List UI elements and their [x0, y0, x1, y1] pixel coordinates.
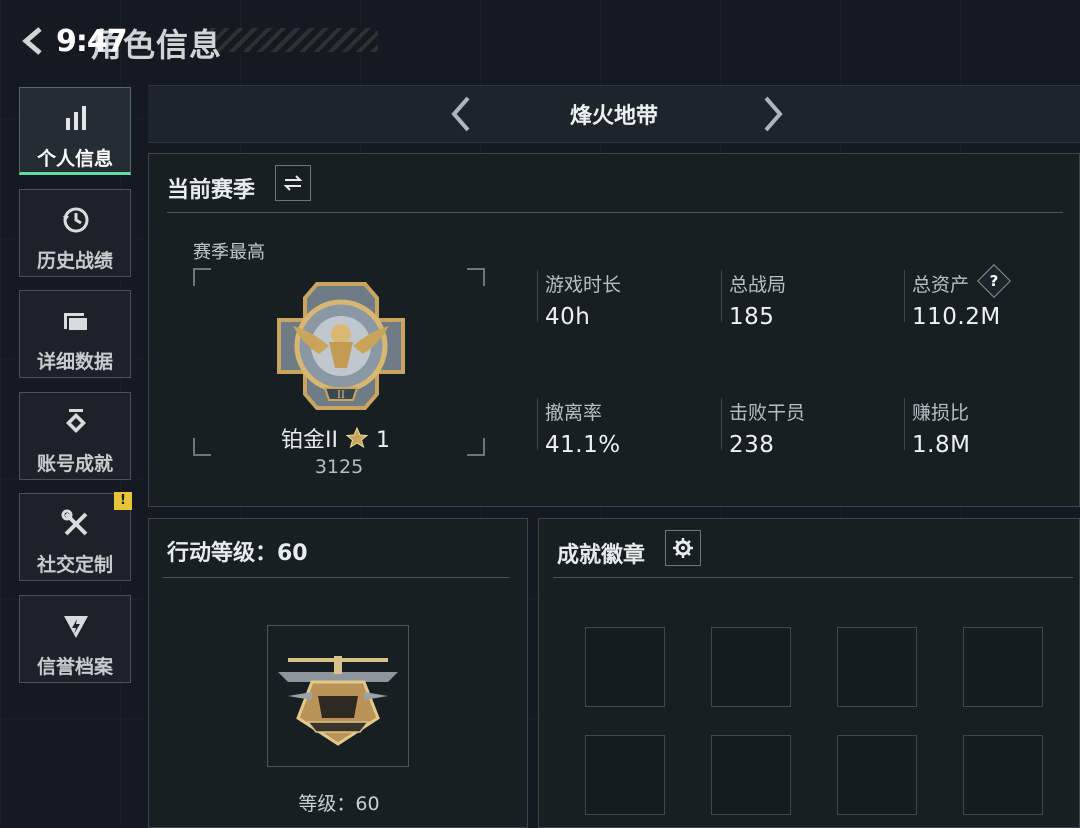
sidebar-item-label: 详细数据	[36, 351, 113, 373]
level-emblem-frame	[267, 625, 409, 767]
action-level-title: 行动等级：60	[167, 541, 308, 566]
badge-slot[interactable]	[585, 735, 665, 815]
folder-icon	[60, 305, 92, 337]
level-caption: 等级：60	[298, 793, 380, 815]
stat-divider	[904, 398, 905, 450]
stat-label-operators-defeated: 击败干员	[729, 402, 806, 424]
sidebar-item-label: 历史战绩	[36, 250, 113, 272]
rank-emblem: II	[273, 280, 409, 416]
sidebar-item-label: 社交定制	[36, 554, 113, 576]
sidebar-item-achievements[interactable]: 账号成就	[19, 392, 131, 480]
sidebar-item-detailed-data[interactable]: 详细数据	[19, 290, 131, 378]
sidebar-item-label: 个人信息	[36, 148, 113, 170]
action-level-panel: 行动等级：60 等级：60	[148, 518, 528, 828]
stat-value-total-matches: 185	[729, 304, 775, 330]
season-panel: 当前赛季 赛季最高 II 铂金II 1 3125 游戏时长 40h 总战局 18…	[148, 153, 1080, 507]
rank-score: 3125	[314, 456, 364, 478]
season-divider	[167, 212, 1063, 213]
achievement-icon	[60, 407, 92, 439]
chevron-right-icon[interactable]	[758, 94, 788, 134]
frame-corner	[193, 268, 211, 286]
stat-label-total-assets: 总资产	[912, 274, 970, 296]
swap-icon	[283, 175, 303, 191]
rank-stars: 1	[375, 428, 390, 453]
star-icon	[345, 426, 369, 456]
action-level-divider	[163, 577, 509, 578]
mode-label: 烽火地带	[569, 104, 658, 129]
helicopter-emblem-icon	[278, 656, 398, 746]
badge-slot[interactable]	[963, 627, 1043, 707]
stat-value-playtime: 40h	[545, 304, 591, 330]
badges-title: 成就徽章	[557, 543, 646, 568]
achievement-badges-panel: 成就徽章	[538, 518, 1080, 828]
tools-icon	[60, 508, 92, 540]
sidebar-item-label: 账号成就	[36, 453, 113, 475]
badge-slot[interactable]	[837, 627, 917, 707]
status-time: 9:47	[56, 24, 128, 59]
badge-slot[interactable]	[711, 627, 791, 707]
rank-name: 铂金II	[281, 428, 338, 453]
mode-selector-bar: 烽火地带	[148, 85, 1080, 143]
sidebar-item-history[interactable]: 历史战绩	[19, 189, 131, 277]
badge-slot[interactable]	[837, 735, 917, 815]
header-hatch-decoration	[210, 28, 378, 52]
frame-corner	[193, 438, 211, 456]
sidebar-item-personal-info[interactable]: 个人信息	[19, 87, 131, 175]
stat-divider	[721, 270, 722, 322]
rank-line: 铂金II 1	[281, 422, 390, 456]
notification-badge: !	[114, 492, 132, 510]
stat-label-extraction-rate: 撤离率	[545, 402, 603, 424]
stat-value-profit-loss: 1.8M	[912, 432, 971, 458]
rank-caption: 赛季最高	[193, 242, 265, 263]
stat-label-profit-loss: 赚损比	[912, 402, 970, 424]
credit-shield-icon	[60, 610, 92, 642]
stat-label-playtime: 游戏时长	[545, 274, 622, 296]
frame-corner	[467, 268, 485, 286]
stat-value-total-assets: 110.2M	[912, 304, 1001, 330]
stat-value-operators-defeated: 238	[729, 432, 775, 458]
stat-divider	[904, 270, 905, 322]
back-arrow-icon[interactable]	[20, 26, 46, 56]
badge-settings-button[interactable]	[665, 530, 701, 566]
badge-slot[interactable]	[585, 627, 665, 707]
svg-text:II: II	[337, 390, 345, 401]
stat-divider	[721, 398, 722, 450]
sidebar-item-label: 信誉档案	[36, 656, 113, 678]
frame-corner	[467, 438, 485, 456]
badges-divider	[553, 577, 1073, 578]
stat-divider	[537, 398, 538, 450]
badge-slot[interactable]	[711, 735, 791, 815]
stat-value-extraction-rate: 41.1%	[545, 432, 621, 458]
stat-divider	[537, 270, 538, 322]
help-icon[interactable]: ?	[977, 264, 1011, 298]
gear-icon	[673, 538, 693, 558]
season-title: 当前赛季	[167, 178, 256, 203]
badge-slot[interactable]	[963, 735, 1043, 815]
bar-chart-icon	[60, 102, 92, 134]
swap-button[interactable]	[275, 165, 311, 201]
stat-label-total-matches: 总战局	[729, 274, 787, 296]
history-clock-icon	[60, 204, 92, 236]
sidebar-item-credit-record[interactable]: 信誉档案	[19, 595, 131, 683]
